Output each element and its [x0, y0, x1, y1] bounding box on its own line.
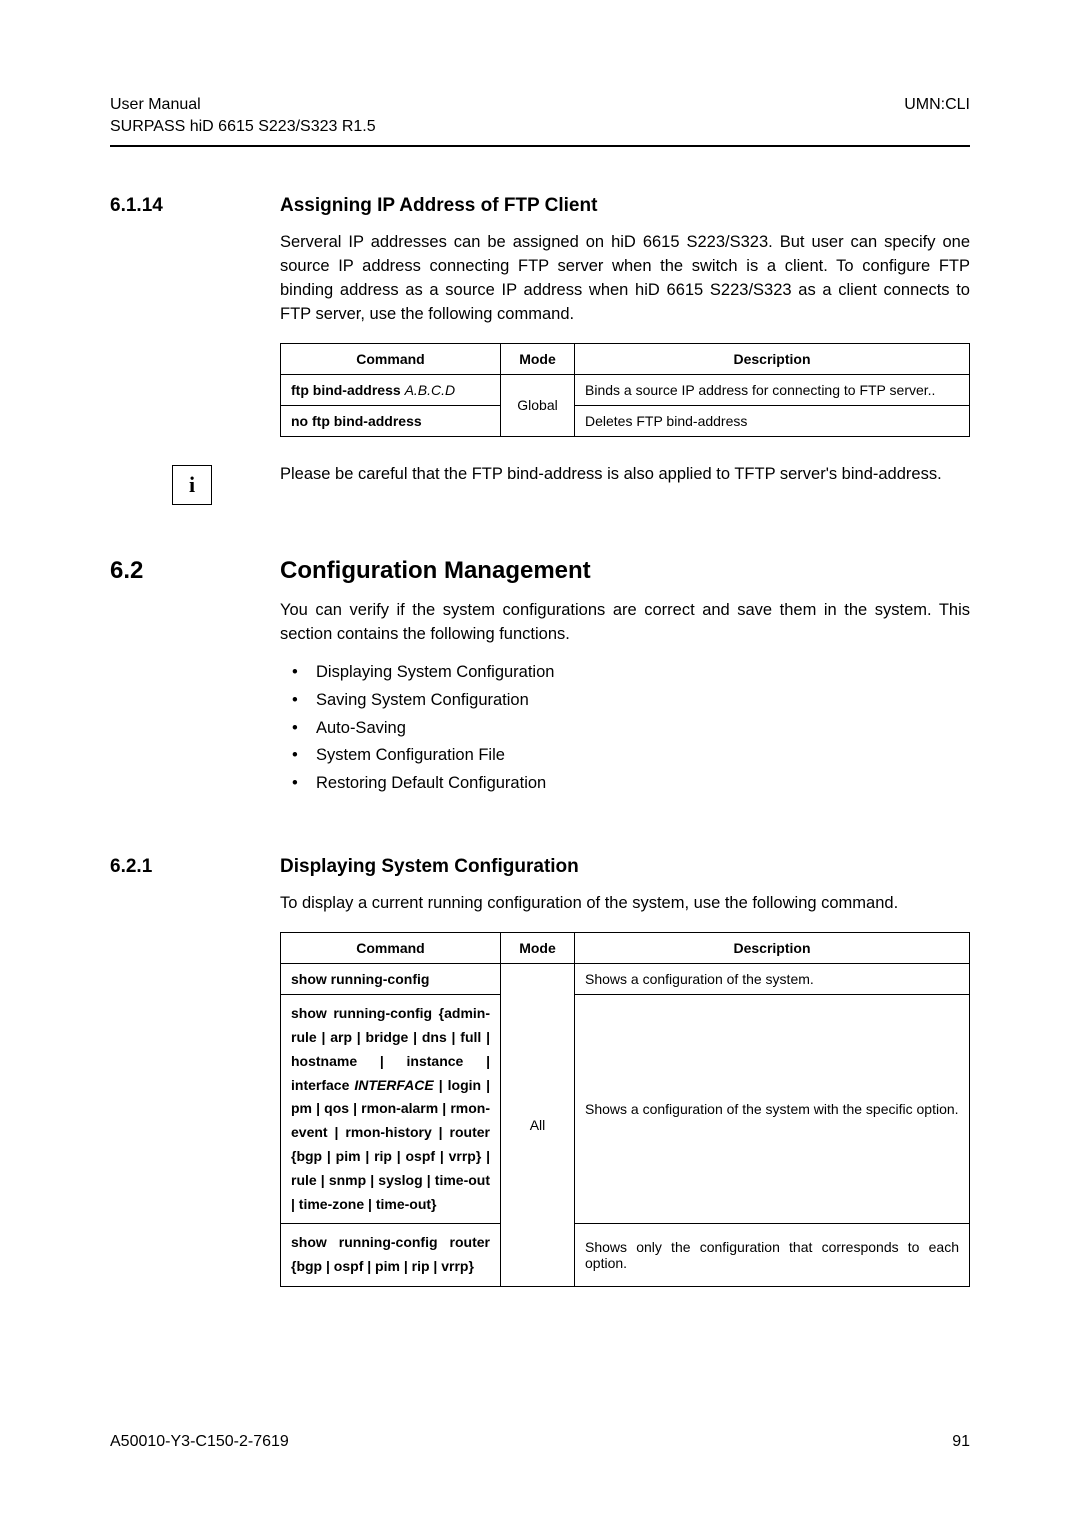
section-6-1-14: 6.1.14 Assigning IP Address of FTP Clien… [110, 195, 970, 505]
list-item: System Configuration File [280, 744, 970, 768]
cell-description: Deletes FTP bind-address [575, 405, 970, 436]
header-right: UMN:CLI [904, 94, 970, 137]
table-row: show running-config All Shows a configur… [281, 964, 970, 995]
command-table-ftp: Command Mode Description ftp bind-addres… [280, 343, 970, 437]
list-item: Saving System Configuration [280, 689, 970, 713]
page: User Manual SURPASS hiD 6615 S223/S323 R… [0, 0, 1080, 1527]
heading-title: Assigning IP Address of FTP Client [280, 195, 597, 217]
list-item: Restoring Default Configuration [280, 772, 970, 796]
cell-description: Binds a source IP address for connecting… [575, 374, 970, 405]
body-text: Serveral IP addresses can be assigned on… [280, 231, 970, 327]
info-text: Please be careful that the FTP bind-addr… [280, 463, 970, 487]
header-left: User Manual SURPASS hiD 6615 S223/S323 R… [110, 94, 376, 137]
paragraph: To display a current running configurati… [280, 892, 970, 916]
section-6-2-1: 6.2.1 Displaying System Configuration To… [110, 856, 970, 1287]
heading-row: 6.1.14 Assigning IP Address of FTP Clien… [110, 195, 970, 217]
list-item: Displaying System Configuration [280, 661, 970, 685]
th-description: Description [575, 933, 970, 964]
cell-command: show running-config {admin-rule | arp | … [281, 995, 501, 1224]
cell-description: Shows a configuration of the system. [575, 964, 970, 995]
heading-title: Displaying System Configuration [280, 856, 579, 878]
info-icon: i [172, 465, 212, 505]
heading-number: 6.2.1 [110, 856, 280, 878]
body-text: You can verify if the system configurati… [280, 599, 970, 796]
heading-number: 6.1.14 [110, 195, 280, 217]
heading-title: Configuration Management [280, 557, 591, 585]
cell-mode: Global [501, 374, 575, 436]
cell-command: no ftp bind-address [281, 405, 501, 436]
command-table-show-running: Command Mode Description show running-co… [280, 932, 970, 1287]
table-row: no ftp bind-address Deletes FTP bind-add… [281, 405, 970, 436]
footer-left: A50010-Y3-C150-2-7619 [110, 1433, 289, 1451]
cmd-variable: INTERFACE [354, 1077, 433, 1093]
table-row: ftp bind-address A.B.C.D Global Binds a … [281, 374, 970, 405]
cmd-text: ftp bind-address [291, 382, 405, 398]
th-mode: Mode [501, 343, 575, 374]
th-command: Command [281, 933, 501, 964]
header-left-line2: SURPASS hiD 6615 S223/S323 R1.5 [110, 116, 376, 138]
body-text: To display a current running configurati… [280, 892, 970, 916]
header-left-line1: User Manual [110, 94, 376, 116]
cell-command: ftp bind-address A.B.C.D [281, 374, 501, 405]
cell-mode: All [501, 964, 575, 1287]
heading-number: 6.2 [110, 557, 280, 585]
table-header-row: Command Mode Description [281, 343, 970, 374]
section-6-2: 6.2 Configuration Management You can ver… [110, 557, 970, 796]
info-note: i Please be careful that the FTP bind-ad… [110, 463, 970, 505]
cell-command: show running-config [281, 964, 501, 995]
table-row: show running-config router {bgp | ospf |… [281, 1224, 970, 1287]
cell-description: Shows only the configuration that corres… [575, 1224, 970, 1287]
th-description: Description [575, 343, 970, 374]
page-footer: A50010-Y3-C150-2-7619 91 [110, 1433, 970, 1451]
cmd-variable: A.B.C.D [405, 382, 456, 398]
paragraph: You can verify if the system configurati… [280, 599, 970, 647]
footer-right: 91 [952, 1433, 970, 1451]
th-mode: Mode [501, 933, 575, 964]
paragraph: Serveral IP addresses can be assigned on… [280, 231, 970, 327]
bullet-list: Displaying System Configuration Saving S… [280, 661, 970, 797]
table-header-row: Command Mode Description [281, 933, 970, 964]
cell-command: show running-config router {bgp | ospf |… [281, 1224, 501, 1287]
heading-row: 6.2 Configuration Management [110, 557, 970, 585]
heading-row: 6.2.1 Displaying System Configuration [110, 856, 970, 878]
table-row: show running-config {admin-rule | arp | … [281, 995, 970, 1224]
header-rule [110, 145, 970, 147]
th-command: Command [281, 343, 501, 374]
list-item: Auto-Saving [280, 717, 970, 741]
page-header: User Manual SURPASS hiD 6615 S223/S323 R… [110, 94, 970, 137]
cell-description: Shows a configuration of the system with… [575, 995, 970, 1224]
cmd-text: | login | pm | qos | rmon-alarm | rmon-e… [291, 1077, 490, 1212]
